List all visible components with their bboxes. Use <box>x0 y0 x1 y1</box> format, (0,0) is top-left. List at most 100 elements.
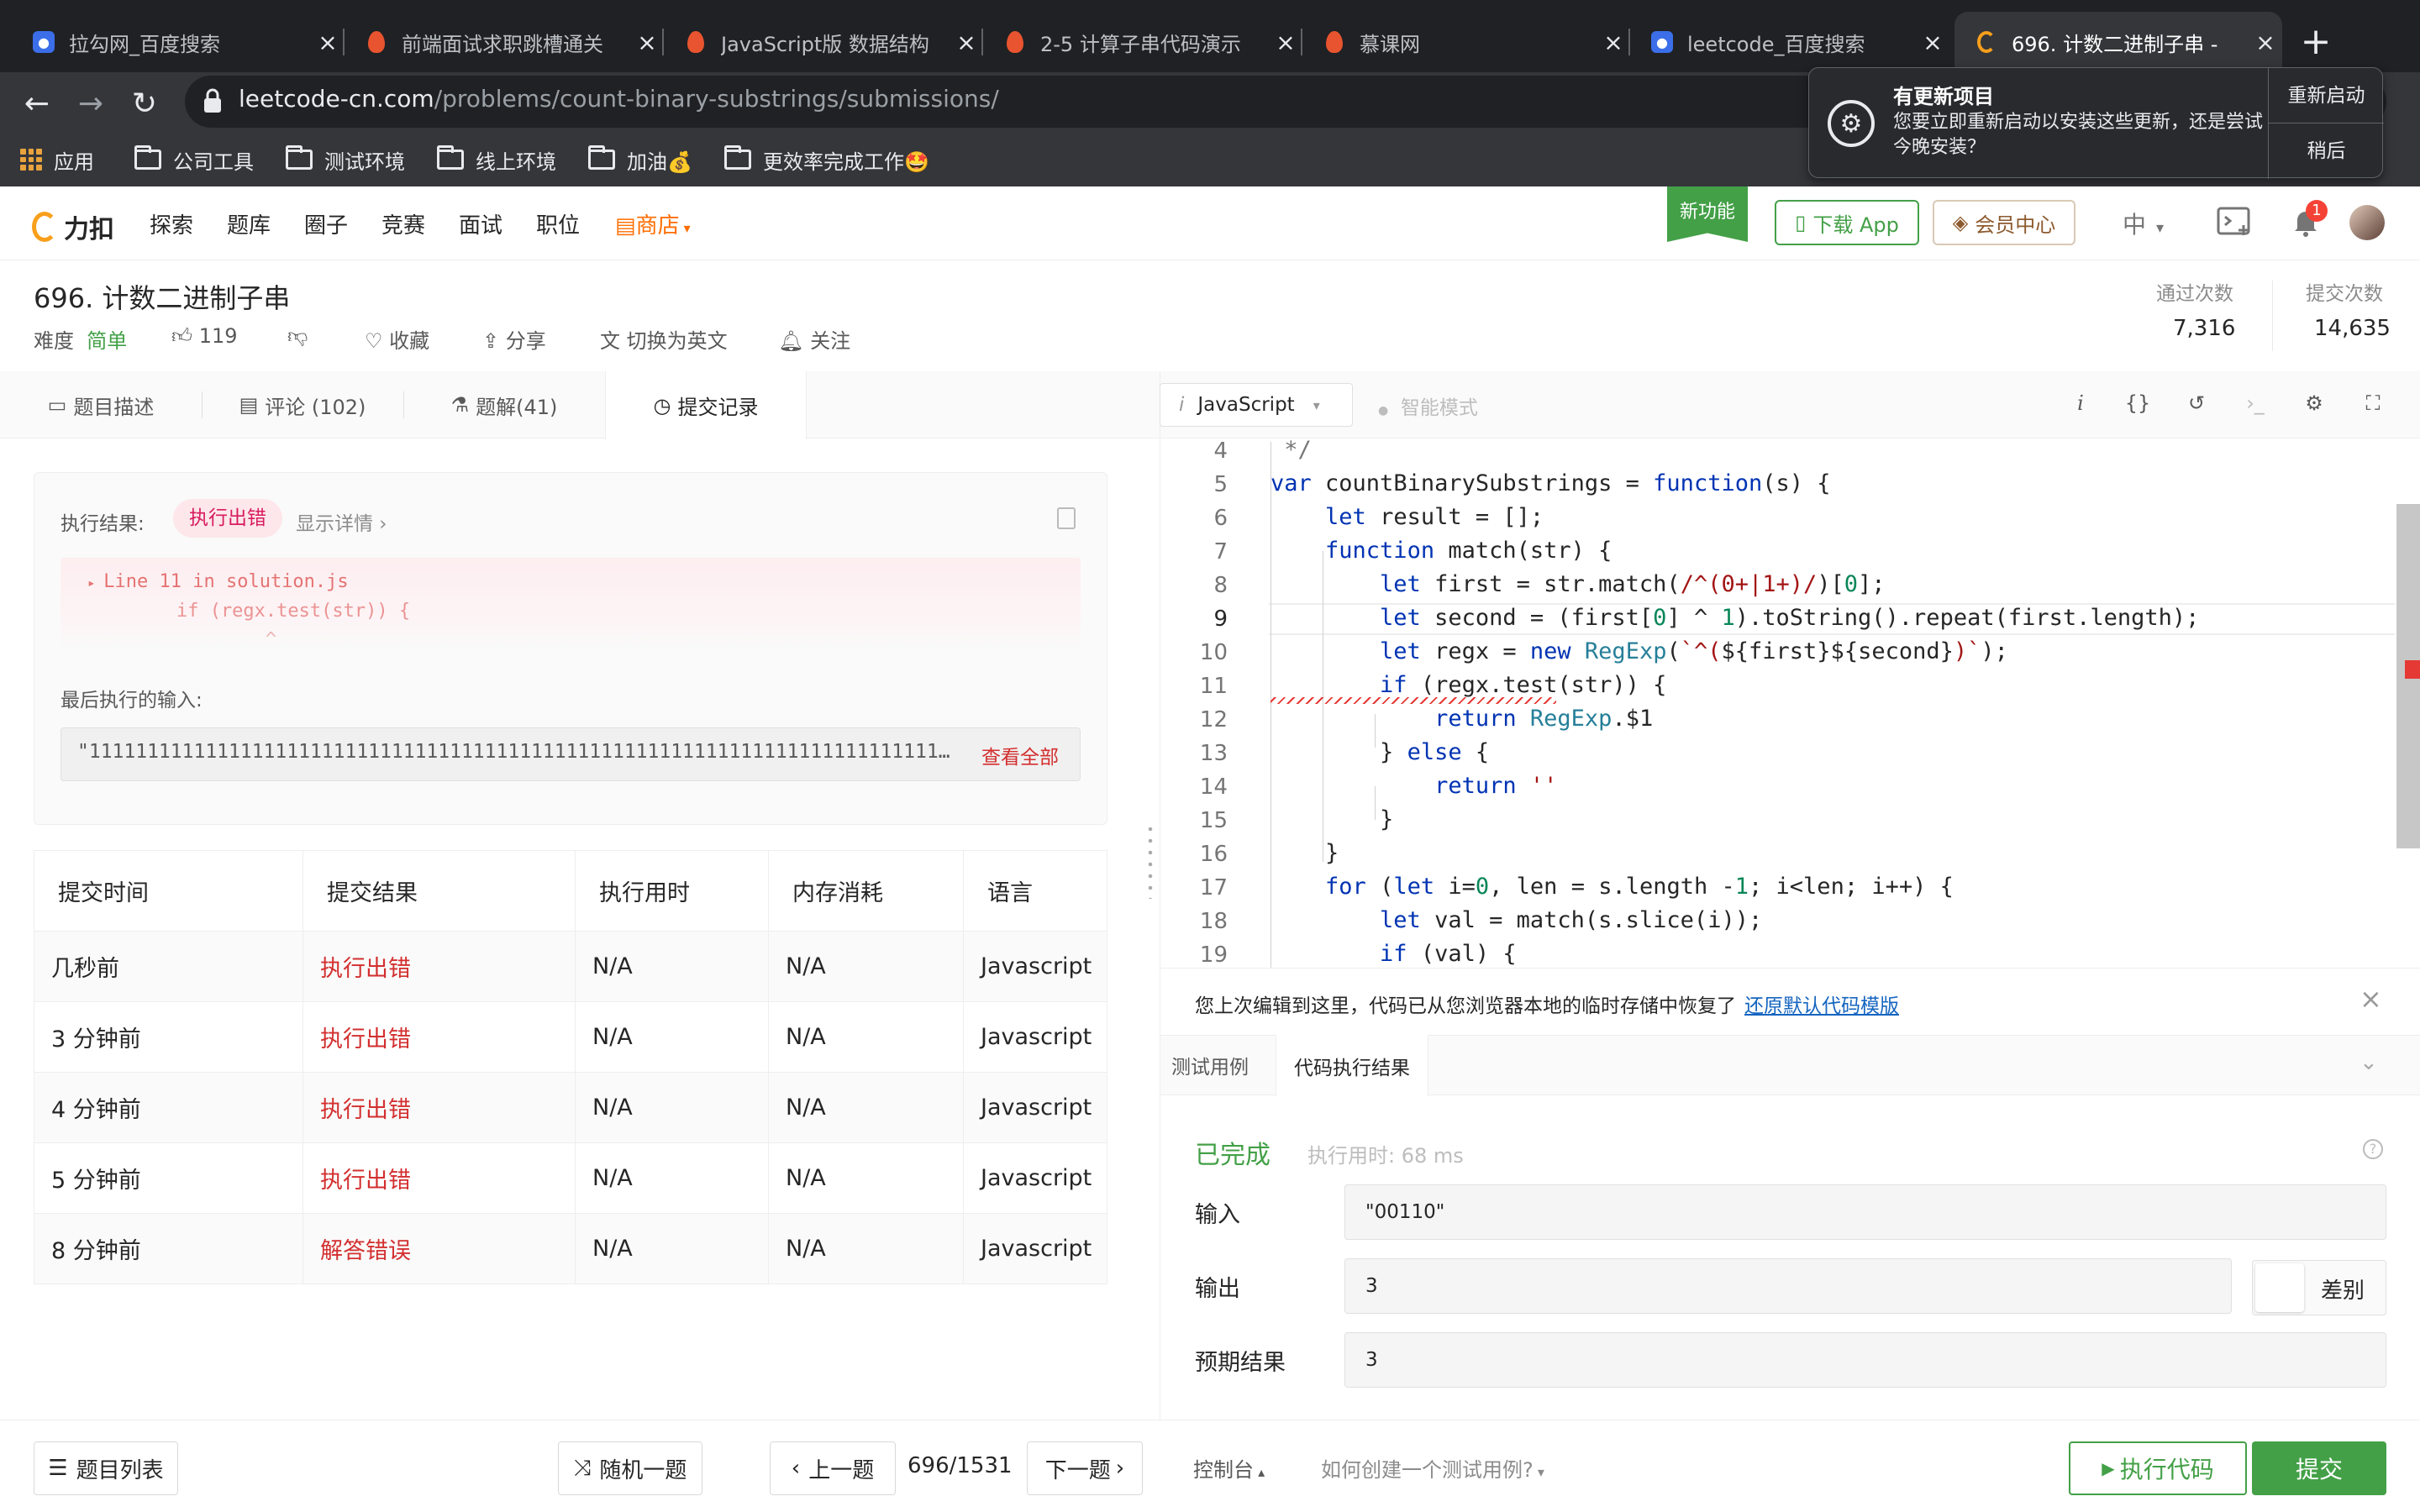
thumbs-up-icon: 👍︎ <box>171 324 193 348</box>
browser-tab-active[interactable]: 696. 计数二进制子串 - × <box>1954 12 2282 72</box>
bookmark-folder[interactable]: 更效率完成工作🤩 <box>724 141 929 178</box>
braces-icon[interactable]: {} <box>2121 391 2154 415</box>
help-icon[interactable]: ? <box>2363 1139 2383 1159</box>
browser-tab[interactable]: 慕课网 × <box>1302 12 1630 72</box>
nav-jobs[interactable]: 职位 <box>536 208 580 239</box>
vip-button[interactable]: ◈ 会员中心 <box>1933 200 2075 245</box>
problem-list-button[interactable]: ☰ 题目列表 <box>34 1441 178 1495</box>
line-number: 16 <box>1199 842 1228 867</box>
howto-link[interactable]: 如何创建一个测试用例? ▾ <box>1321 1453 1544 1483</box>
settings-icon[interactable]: ⚙ <box>2297 391 2331 415</box>
table-row[interactable]: 4 分钟前 执行出错 N/A N/A Javascript <box>34 1072 1107 1143</box>
cell-result[interactable]: 执行出错 <box>302 931 576 1002</box>
tab-testcase[interactable]: 测试用例 <box>1160 1035 1260 1095</box>
code-line: if (regx.test(str)) { <box>1380 672 1667 698</box>
avatar[interactable] <box>2349 205 2385 240</box>
cell-result[interactable]: 执行出错 <box>302 1072 576 1143</box>
new-tab-button[interactable]: + <box>2292 18 2339 66</box>
share-button[interactable]: ⇪ 分享 <box>482 324 546 354</box>
nav-shop[interactable]: ▤商店 ▾ <box>615 208 691 239</box>
tab-solutions[interactable]: ⚗ 题解(41) <box>403 371 605 438</box>
lock-icon[interactable] <box>202 87 224 114</box>
reload-icon[interactable]: ↻ <box>119 79 170 129</box>
close-icon[interactable]: × <box>1916 29 1949 56</box>
back-arrow-icon[interactable]: ← <box>12 79 62 129</box>
run-status: 已完成 <box>1195 1141 1270 1170</box>
tab-comments[interactable]: ▤ 评论 (102) <box>202 371 403 438</box>
info-icon[interactable]: i <box>2064 391 2097 415</box>
later-button[interactable]: 稍后 <box>2268 123 2384 179</box>
download-app-label: 下载 App <box>1812 213 1899 237</box>
close-icon[interactable]: × <box>630 29 664 56</box>
column-header: 执行用时 <box>575 850 769 932</box>
view-all-link[interactable]: 查看全部 <box>981 741 1059 769</box>
restart-button[interactable]: 重新启动 <box>2268 68 2384 123</box>
nav-interview[interactable]: 面试 <box>459 208 502 239</box>
nav-explore[interactable]: 探索 <box>150 208 193 239</box>
forward-arrow-icon[interactable]: → <box>66 79 116 129</box>
tab-description[interactable]: ▭ 题目描述 <box>0 371 202 438</box>
bookmark-folder[interactable]: 加油💰 <box>588 141 692 178</box>
site-logo[interactable]: 力扣 <box>32 208 114 245</box>
table-row[interactable]: 5 分钟前 执行出错 N/A N/A Javascript <box>34 1142 1107 1214</box>
nav-contest[interactable]: 竞赛 <box>381 208 425 239</box>
language-select[interactable]: i JavaScript ▾ <box>1160 383 1353 427</box>
update-popup: ⚙ 有更新项目 您要立即重新启动以安装这些更新，还是尝试今晚安装？ 重新启动 稍… <box>1808 67 2384 179</box>
prev-button[interactable]: ‹ 上一题 <box>770 1441 896 1495</box>
chevron-down-icon[interactable]: ⌄ <box>2360 1050 2378 1075</box>
cell-result[interactable]: 执行出错 <box>302 1001 576 1073</box>
favorite-button[interactable]: ♡ 收藏 <box>365 324 429 354</box>
line-number: 17 <box>1199 875 1228 900</box>
nav-problems[interactable]: 题库 <box>227 208 271 239</box>
fullscreen-icon[interactable]: ⛶ <box>2356 391 2390 415</box>
thumbs-down-icon[interactable]: 👎︎ <box>287 324 308 349</box>
resize-handle[interactable] <box>1148 823 1153 899</box>
cell-result[interactable]: 执行出错 <box>302 1142 576 1214</box>
smart-mode-toggle[interactable]: ● 智能模式 <box>1378 391 1478 420</box>
copy-icon[interactable] <box>1057 507 1076 529</box>
next-button[interactable]: 下一题 › <box>1027 1441 1143 1495</box>
table-row[interactable]: 几秒前 执行出错 N/A N/A Javascript <box>34 931 1107 1002</box>
like-button[interactable]: 👍︎ 119 <box>171 324 238 349</box>
bookmark-folder[interactable]: 公司工具 <box>134 141 254 178</box>
close-icon[interactable]: × <box>2360 983 2382 1015</box>
favorite-label: 收藏 <box>389 329 430 353</box>
restore-default-link[interactable]: 还原默认代码模版 <box>1744 995 1899 1017</box>
bookmark-folder[interactable]: 线上环境 <box>437 141 556 178</box>
tab-submissions[interactable]: ◷ 提交记录 <box>605 371 807 439</box>
random-button[interactable]: ⤨ 随机一题 <box>558 1441 702 1495</box>
nav-circle[interactable]: 圈子 <box>304 208 348 239</box>
close-icon[interactable]: × <box>1597 29 1630 56</box>
browser-tab[interactable]: 2-5 计算子串代码演示 × <box>983 12 1302 72</box>
switch-lang-button[interactable]: 文 切换为英文 <box>600 324 728 354</box>
table-row[interactable]: 3 分钟前 执行出错 N/A N/A Javascript <box>34 1001 1107 1073</box>
tab-title: JavaScript版 数据结构 <box>721 32 929 56</box>
bookmark-apps[interactable]: 应用 <box>20 141 94 178</box>
browser-tab[interactable]: ● 拉勾网_百度搜索 × <box>12 12 345 72</box>
browser-tab[interactable]: JavaScript版 数据结构 × <box>664 12 983 72</box>
close-icon[interactable]: × <box>1269 29 1302 56</box>
bookmark-folder[interactable]: 测试环境 <box>286 141 405 178</box>
playground-icon[interactable] <box>2217 205 2254 239</box>
close-icon[interactable]: × <box>311 29 345 56</box>
tab-run-result[interactable]: 代码执行结果 <box>1276 1035 1428 1096</box>
submit-button[interactable]: 提交 <box>2252 1441 2386 1495</box>
terminal-icon[interactable]: ›_ <box>2238 391 2272 415</box>
diff-switch[interactable] <box>2255 1263 2304 1312</box>
show-details-link[interactable]: 显示详情 › <box>296 507 387 536</box>
browser-tab[interactable]: 前端面试求职跳槽通关 × <box>345 12 664 72</box>
language-select[interactable]: 中 ▾ <box>2123 207 2164 240</box>
close-icon[interactable]: × <box>2249 29 2282 56</box>
url-text[interactable]: leetcode-cn.com/problems/count-binary-su… <box>239 85 999 113</box>
accepted-count: 7,316 <box>2173 316 2236 341</box>
browser-tab[interactable]: ● leetcode_百度搜索 × <box>1630 12 1949 72</box>
last-input-value: "111111111111111111111111111111111111111… <box>77 741 951 763</box>
run-code-button[interactable]: ▶ 执行代码 <box>2069 1441 2247 1495</box>
close-icon[interactable]: × <box>950 29 983 56</box>
console-toggle[interactable]: 控制台 ▴ <box>1193 1453 1265 1483</box>
cell-result[interactable]: 解答错误 <box>302 1213 576 1284</box>
table-row[interactable]: 8 分钟前 解答错误 N/A N/A Javascript <box>34 1213 1107 1284</box>
follow-button[interactable]: 🔔︎ 关注 <box>778 324 850 354</box>
download-app-button[interactable]: ▯ 下载 App <box>1775 200 1919 245</box>
reset-icon[interactable]: ↺ <box>2180 391 2213 415</box>
